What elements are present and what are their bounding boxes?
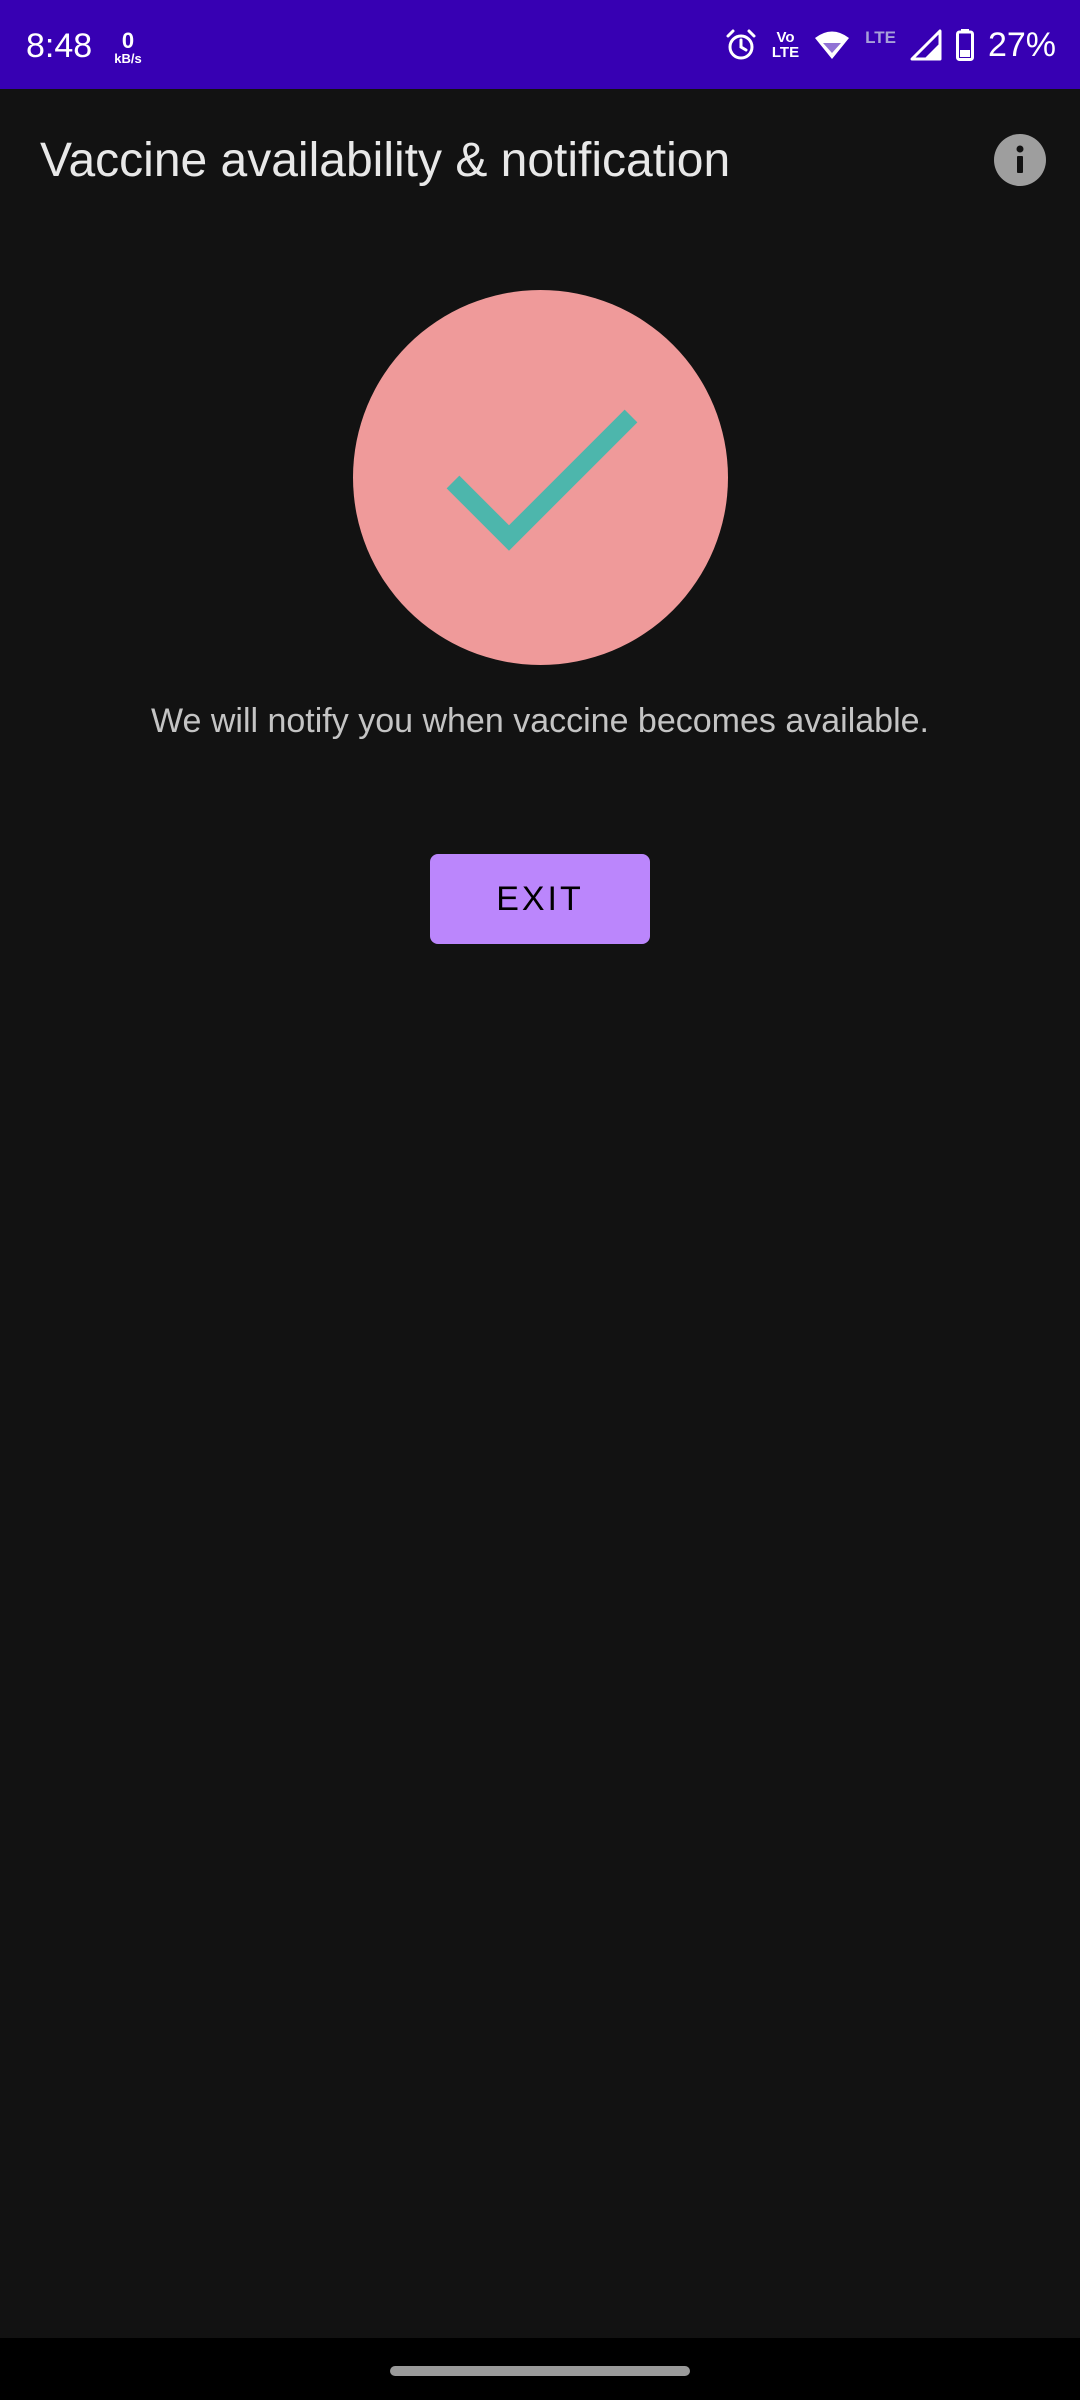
status-icons: Vo LTE LTE 27% (724, 22, 1056, 68)
volte-bottom-label: LTE (771, 44, 800, 61)
info-button[interactable] (994, 134, 1046, 186)
network-speed-unit: kB/s (114, 51, 142, 66)
volte-icon: Vo LTE (772, 30, 799, 60)
app-bar: Vaccine availability & notification (0, 89, 1080, 233)
check-icon (446, 409, 638, 551)
status-time: 8:48 (26, 27, 93, 65)
info-icon (1016, 145, 1024, 173)
success-circle (353, 290, 728, 665)
confirmation-message: We will notify you when vaccine becomes … (151, 702, 929, 740)
page-title: Vaccine availability & notification (40, 134, 731, 187)
status-bar: 8:48 0 kB/s Vo LTE LTE 27% (0, 0, 1080, 89)
cell-signal-icon (910, 29, 942, 61)
exit-button[interactable]: EXIT (430, 854, 650, 944)
battery-icon (955, 29, 974, 61)
network-type-label: LTE (865, 28, 896, 47)
navigation-bar (0, 2338, 1080, 2400)
volte-top-label: Vo (776, 29, 795, 46)
home-gesture-handle[interactable] (390, 2366, 690, 2376)
battery-percent: 27% (987, 26, 1056, 64)
wifi-icon (815, 31, 850, 59)
network-speed: 0 kB/s (110, 30, 146, 66)
alarm-icon (726, 29, 756, 60)
network-speed-value: 0 (121, 28, 135, 53)
